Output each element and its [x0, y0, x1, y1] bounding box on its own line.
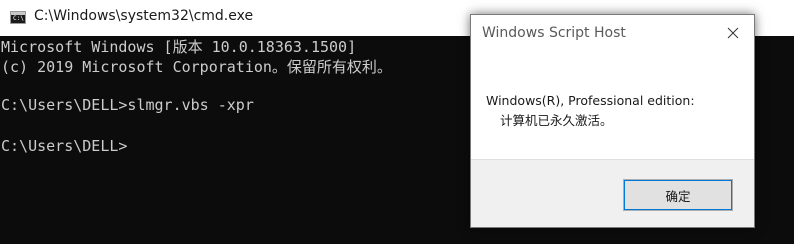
close-button[interactable] — [718, 20, 748, 46]
console-line: (c) 2019 Microsoft Corporation。保留所有权利。 — [1, 58, 392, 76]
close-icon — [727, 27, 739, 39]
console-line: Microsoft Windows [版本 10.0.18363.1500] — [1, 38, 357, 56]
dialog-title: Windows Script Host — [482, 25, 626, 41]
console-prompt: C:\Users\DELL> — [1, 137, 128, 155]
script-host-dialog: Windows Script Host Windows(R), Professi… — [470, 14, 755, 228]
dialog-message: Windows(R), Professional edition: — [486, 93, 695, 108]
dialog-footer: 确定 — [471, 159, 754, 227]
cmd-app-icon: C:\ — [10, 11, 26, 24]
dialog-titlebar[interactable]: Windows Script Host — [471, 15, 754, 53]
ok-button[interactable]: 确定 — [623, 179, 733, 211]
dialog-body: Windows(R), Professional edition: 计算机已永久… — [471, 53, 754, 159]
dialog-message-detail: 计算机已永久激活。 — [500, 113, 613, 128]
cmd-window-title: C:\Windows\system32\cmd.exe — [34, 8, 254, 24]
console-line: C:\Users\DELL>slmgr.vbs -xpr — [1, 96, 254, 114]
